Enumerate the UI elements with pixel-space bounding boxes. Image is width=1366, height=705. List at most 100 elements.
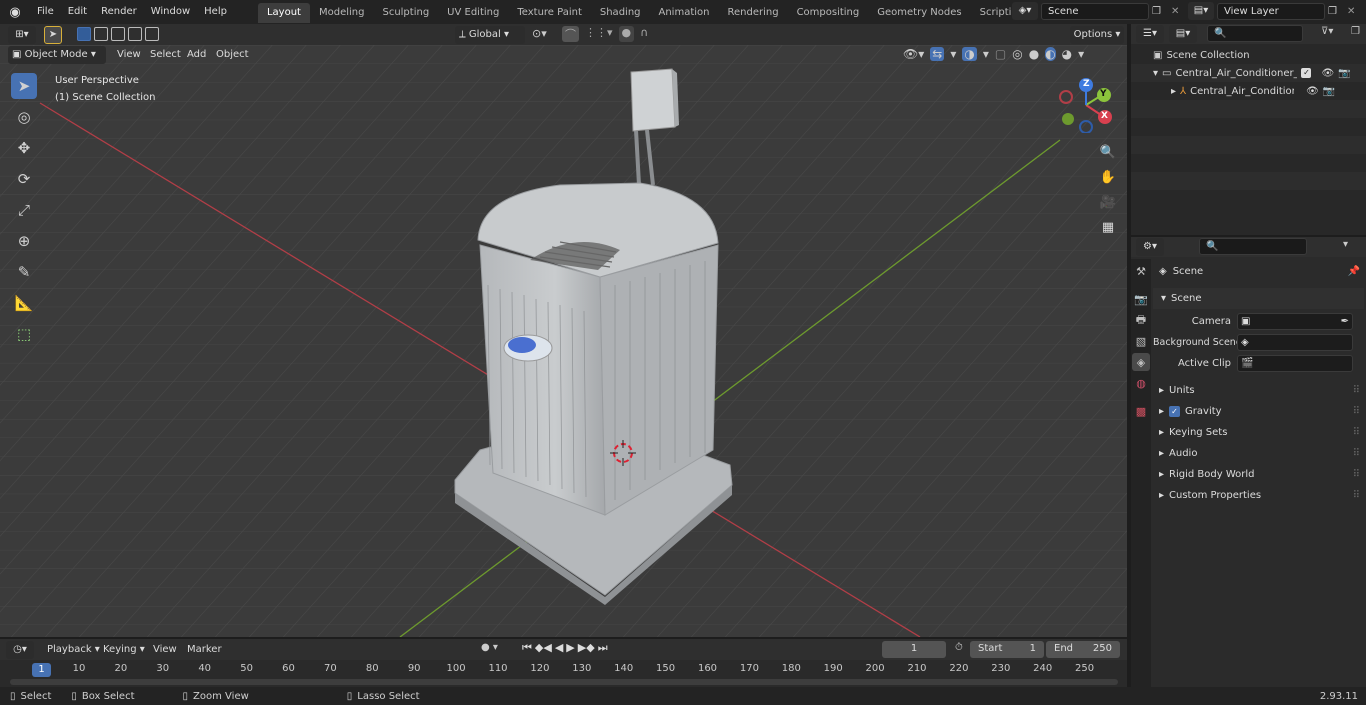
- expand-arrow-icon[interactable]: ▾: [1153, 68, 1158, 79]
- visibility-eye-icon[interactable]: 👁: [1306, 86, 1319, 97]
- properties-editor-type-button[interactable]: ⚙▾: [1136, 238, 1164, 256]
- visibility-icon[interactable]: 👁▾: [903, 47, 924, 61]
- options-dropdown[interactable]: Options ▾: [1070, 26, 1124, 44]
- prev-keyframe-icon[interactable]: ◆◀: [535, 641, 552, 655]
- select-tool-icon[interactable]: ➤: [44, 26, 62, 44]
- outliner-display-mode-button[interactable]: ▤▾: [1169, 25, 1197, 43]
- workspace-tab-shading[interactable]: Shading: [591, 3, 650, 23]
- ortho-grid-icon[interactable]: ▦: [1097, 216, 1119, 238]
- delete-view-layer-icon[interactable]: ✕: [1347, 6, 1361, 17]
- menu-edit[interactable]: Edit: [61, 0, 94, 24]
- outliner-search-input[interactable]: 🔍: [1207, 25, 1303, 42]
- auto-keying-icon[interactable]: ● ▾: [481, 642, 498, 653]
- output-tab-icon[interactable]: 🖶: [1132, 311, 1150, 329]
- snap-target-icon[interactable]: ⋮⋮▾: [585, 26, 613, 42]
- workspace-tab-uv-editing[interactable]: UV Editing: [438, 3, 508, 23]
- marker-menu[interactable]: Marker: [180, 638, 229, 662]
- jump-end-icon[interactable]: ⏭: [598, 641, 608, 655]
- scene-name-field[interactable]: Scene: [1041, 2, 1149, 20]
- scene-browse-button[interactable]: ◈▾: [1012, 2, 1038, 20]
- render-camera-icon[interactable]: 📷: [1323, 86, 1335, 97]
- solid-shading-icon[interactable]: ●: [1029, 47, 1039, 61]
- object-menu[interactable]: Object: [209, 43, 256, 67]
- transform-tool-icon[interactable]: ⊕: [11, 228, 37, 254]
- outliner-row-object[interactable]: ▸ ⅄ Central_Air_Conditioner_ 👁 📷: [1131, 82, 1366, 100]
- new-scene-icon[interactable]: ❐: [1152, 6, 1168, 17]
- drag-handle-icon[interactable]: ⠿: [1353, 469, 1360, 480]
- timeline-view-menu[interactable]: View: [146, 638, 184, 662]
- menu-help[interactable]: Help: [197, 0, 234, 24]
- panel-custom-properties[interactable]: ▸ Custom Properties ⠿: [1153, 485, 1364, 506]
- pan-hand-icon[interactable]: ✋: [1097, 166, 1119, 188]
- transform-orientation-dropdown[interactable]: ⟂ Global ▾: [455, 26, 525, 44]
- scene-tab-icon[interactable]: ◈: [1132, 353, 1150, 371]
- tool-tab-icon[interactable]: ⚒: [1132, 262, 1150, 280]
- end-frame-field[interactable]: End 250: [1046, 641, 1120, 658]
- add-cube-tool-icon[interactable]: ⬚: [11, 321, 37, 347]
- new-view-layer-icon[interactable]: ❐: [1328, 6, 1344, 17]
- workspace-tab-layout[interactable]: Layout: [257, 3, 310, 23]
- panel-rigid-body-world[interactable]: ▸ Rigid Body World ⠿: [1153, 464, 1364, 485]
- 3d-viewport[interactable]: User Perspective (1) Scene Collection ➤ …: [0, 45, 1127, 637]
- render-camera-icon[interactable]: 📷: [1338, 68, 1350, 79]
- panel-audio[interactable]: ▸ Audio ⠿: [1153, 443, 1364, 464]
- render-tab-icon[interactable]: 📷: [1132, 290, 1150, 308]
- overlay-dropdown-icon[interactable]: ▾: [983, 47, 989, 61]
- outliner-row-collection[interactable]: ▾ ▭ Central_Air_Conditioner_Cam ✓ 👁 📷: [1131, 64, 1366, 82]
- filter-icon[interactable]: ⊽▾: [1321, 26, 1333, 37]
- panel-keying-sets[interactable]: ▸ Keying Sets ⠿: [1153, 422, 1364, 443]
- gizmo-toggle-icon[interactable]: ⇆: [930, 47, 945, 61]
- scene-panel-header[interactable]: ▾ Scene: [1153, 288, 1364, 309]
- select-invert-icon[interactable]: [128, 27, 142, 41]
- blender-logo-icon[interactable]: ◉: [0, 5, 30, 20]
- keying-menu[interactable]: Keying ▾: [96, 638, 152, 662]
- select-intersect-icon[interactable]: [145, 27, 159, 41]
- select-box-tool-icon[interactable]: ➤: [11, 73, 37, 99]
- measure-tool-icon[interactable]: 📐: [11, 290, 37, 316]
- mode-dropdown[interactable]: ▣ Object Mode ▾: [8, 46, 106, 64]
- delete-scene-icon[interactable]: ✕: [1171, 6, 1185, 17]
- rendered-shading-icon[interactable]: ◕: [1062, 47, 1072, 61]
- annotate-tool-icon[interactable]: ✎: [11, 259, 37, 285]
- scale-tool-icon[interactable]: ⤢: [11, 197, 37, 223]
- jump-start-icon[interactable]: ⏮: [522, 641, 532, 655]
- camera-view-icon[interactable]: 🎥: [1097, 191, 1119, 213]
- falloff-icon[interactable]: ∩: [640, 26, 648, 42]
- workspace-tab-compositing[interactable]: Compositing: [788, 3, 869, 23]
- workspace-tab-animation[interactable]: Animation: [650, 3, 719, 23]
- view-layer-browse-button[interactable]: ▤▾: [1188, 2, 1214, 20]
- xray-icon[interactable]: ▢: [995, 47, 1006, 61]
- drag-handle-icon[interactable]: ⠿: [1353, 448, 1360, 459]
- menu-window[interactable]: Window: [144, 0, 197, 24]
- drag-handle-icon[interactable]: ⠿: [1353, 427, 1360, 438]
- shading-dropdown-icon[interactable]: ▾: [1078, 47, 1084, 61]
- gravity-checkbox[interactable]: ✓: [1169, 406, 1181, 417]
- workspace-tab-rendering[interactable]: Rendering: [718, 3, 787, 23]
- overlay-toggle-icon[interactable]: ◑: [962, 47, 977, 61]
- pin-icon[interactable]: 📌: [1348, 266, 1360, 277]
- drag-handle-icon[interactable]: ⠿: [1353, 385, 1360, 396]
- play-icon[interactable]: ▶: [566, 641, 574, 655]
- playhead-frame[interactable]: 1: [32, 663, 51, 677]
- navigation-gizmo[interactable]: X Y Z: [1058, 75, 1114, 134]
- workspace-tab-modeling[interactable]: Modeling: [310, 3, 374, 23]
- select-new-icon[interactable]: [77, 27, 91, 41]
- timeline-scrollbar[interactable]: [10, 679, 1118, 685]
- outliner-row-scene-collection[interactable]: ▣ Scene Collection: [1131, 46, 1366, 64]
- workspace-tab-texture-paint[interactable]: Texture Paint: [508, 3, 591, 23]
- view-layer-field[interactable]: View Layer: [1217, 2, 1325, 20]
- pivot-point-icon[interactable]: ⊙▾: [532, 27, 547, 40]
- gizmo-dropdown-icon[interactable]: ▾: [950, 47, 956, 61]
- drag-handle-icon[interactable]: ⠿: [1353, 490, 1360, 501]
- next-keyframe-icon[interactable]: ▶◆: [578, 641, 595, 655]
- workspace-tab-sculpting[interactable]: Sculpting: [373, 3, 438, 23]
- zoom-icon[interactable]: 🔍: [1097, 141, 1119, 163]
- panel-units[interactable]: ▸ Units ⠿: [1153, 380, 1364, 401]
- view-layer-tab-icon[interactable]: ▧: [1132, 332, 1150, 350]
- new-collection-icon[interactable]: ❐: [1351, 26, 1360, 37]
- current-frame-field[interactable]: 1: [882, 641, 946, 658]
- select-extend-icon[interactable]: [94, 27, 108, 41]
- wireframe-shading-icon[interactable]: ◎: [1012, 47, 1022, 61]
- preview-range-icon[interactable]: ⏱: [955, 642, 963, 653]
- properties-search-input[interactable]: 🔍: [1199, 238, 1307, 255]
